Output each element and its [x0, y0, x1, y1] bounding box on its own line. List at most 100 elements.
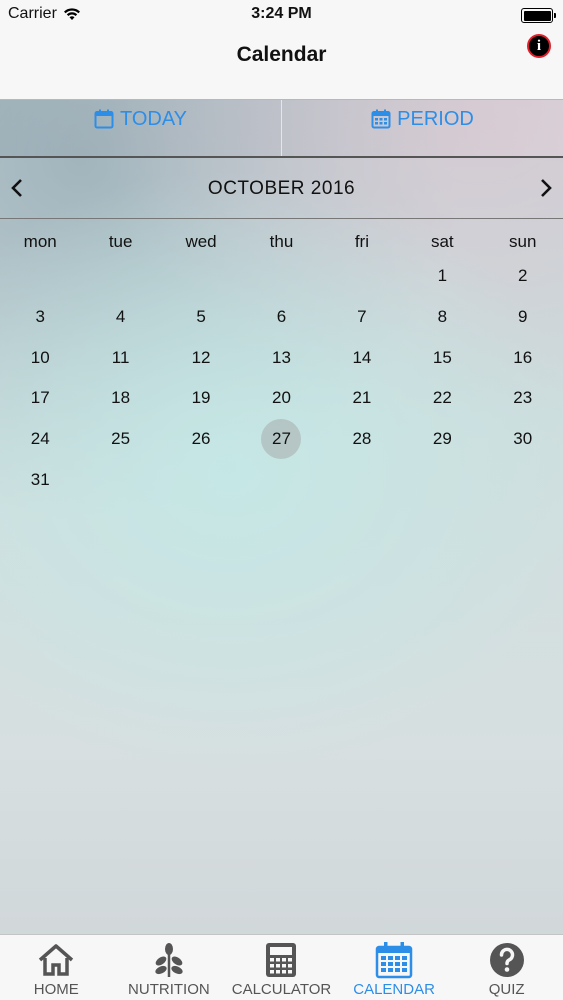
info-icon: i	[536, 38, 542, 54]
calendar-day-number: 30	[513, 429, 533, 449]
period-button[interactable]: PERIOD	[282, 100, 563, 156]
calendar-day-number: 4	[115, 306, 126, 326]
tab-home[interactable]: HOME	[0, 935, 113, 1000]
calendar-icon	[375, 942, 413, 979]
calendar-day[interactable]: 14	[322, 338, 402, 378]
calendar-empty-cell	[322, 460, 402, 500]
calendar-day[interactable]: 1	[402, 256, 482, 296]
calendar-grid-icon	[371, 109, 391, 129]
calendar-day-number: 28	[352, 429, 372, 449]
calendar-day[interactable]: 11	[80, 338, 160, 378]
calendar-empty-cell	[241, 460, 321, 500]
calendar-day[interactable]: 7	[322, 297, 402, 337]
calendar-day-number: 23	[513, 388, 533, 408]
calendar-day[interactable]: 16	[483, 338, 563, 378]
tab-label: HOME	[33, 981, 79, 998]
calendar-day[interactable]: 26	[161, 419, 241, 459]
status-bar: Carrier 3:24 PM	[0, 0, 563, 30]
calendar-day[interactable]: 27	[241, 419, 321, 460]
calendar-day[interactable]: 13	[241, 338, 321, 378]
calendar-day[interactable]: 20	[241, 378, 321, 418]
status-time: 3:24 PM	[251, 5, 312, 22]
calendar-day-number: 20	[272, 388, 291, 408]
today-label: TODAY	[119, 107, 188, 130]
month-header: OCTOBER 2016	[0, 158, 563, 219]
calendar-day-number: 2	[518, 266, 528, 285]
segment-bar: TODAY PERIOD	[0, 100, 563, 158]
calendar-day-number: 25	[111, 429, 131, 449]
calendar-day-number: 12	[191, 347, 211, 367]
calendar-day-number: 5	[196, 306, 206, 326]
calendar-day[interactable]: 19	[161, 378, 241, 418]
calendar-day-number: 16	[513, 347, 533, 367]
calendar-day-number: 10	[30, 347, 50, 367]
page-title: Calendar	[236, 43, 327, 66]
battery-icon	[521, 8, 556, 23]
calendar-day-number: 11	[111, 347, 130, 367]
calendar-empty-cell	[80, 256, 160, 296]
calendar-day[interactable]: 2	[483, 256, 563, 296]
calendar-day[interactable]: 23	[483, 378, 563, 418]
calendar-day-number: 19	[191, 388, 211, 408]
weekday-label: mon	[23, 232, 57, 251]
tab-label: CALCULATOR	[231, 981, 332, 998]
tab-bar: HOME NUTRITION CALCULATOR CALENDAR QUIZ	[0, 934, 563, 1000]
calendar-day-number: 27	[272, 429, 291, 449]
calendar-day-number: 3	[35, 306, 45, 326]
calendar-icon	[94, 109, 114, 129]
calendar-day[interactable]: 15	[402, 338, 482, 378]
calendar-day[interactable]: 31	[0, 460, 80, 500]
tab-label: CALENDAR	[353, 981, 435, 998]
calendar-empty-cell	[322, 256, 402, 296]
weekday-label: tue	[108, 232, 133, 251]
today-button[interactable]: TODAY	[0, 100, 282, 156]
calendar-day[interactable]: 29	[402, 419, 482, 459]
calendar-day-number: 14	[352, 347, 372, 367]
tab-label: QUIZ	[488, 981, 525, 998]
calculator-icon	[266, 943, 297, 977]
calendar-day-number: 9	[518, 306, 528, 326]
calendar-day[interactable]: 3	[0, 297, 80, 337]
calendar-day-number: 26	[191, 429, 211, 449]
calendar-day[interactable]: 18	[80, 378, 160, 418]
calendar-day[interactable]: 25	[80, 419, 160, 459]
calendar-day[interactable]: 10	[0, 338, 80, 378]
calendar-day[interactable]: 12	[161, 338, 241, 378]
calendar-day-number: 22	[432, 388, 452, 408]
calendar-day[interactable]: 9	[483, 297, 563, 337]
calendar-week-row: 24 25 26 27 28 29 30	[0, 419, 563, 460]
tab-calculator[interactable]: CALCULATOR	[225, 935, 338, 1000]
calendar-day[interactable]: 28	[322, 419, 402, 459]
calendar-day-number: 15	[432, 347, 452, 367]
calendar-empty-cell	[0, 256, 80, 296]
calendar-day[interactable]: 22	[402, 378, 482, 418]
weekday-label: sat	[430, 232, 454, 251]
tab-calendar[interactable]: CALENDAR	[338, 935, 451, 1000]
calendar-week-row: 17 18 19 20 21 22 23	[0, 378, 563, 418]
calendar-day[interactable]: 17	[0, 378, 80, 418]
calendar-day[interactable]: 21	[322, 378, 402, 418]
chevron-right-icon[interactable]	[533, 176, 557, 200]
calendar-empty-cell	[402, 460, 482, 500]
calendar-day-number: 17	[30, 388, 50, 408]
calendar-day[interactable]: 4	[80, 297, 160, 337]
calendar-day[interactable]: 6	[241, 297, 321, 337]
calendar-empty-cell	[161, 460, 241, 500]
calendar-empty-cell	[483, 460, 563, 500]
tab-quiz[interactable]: QUIZ	[450, 935, 563, 1000]
tab-nutrition[interactable]: NUTRITION	[113, 935, 226, 1000]
calendar-day[interactable]: 8	[402, 297, 482, 337]
calendar-day[interactable]: 30	[483, 419, 563, 459]
calendar-day-number: 7	[357, 306, 367, 326]
info-button[interactable]: i	[527, 34, 551, 58]
calendar-day-number: 29	[432, 429, 452, 449]
weekday-label: fri	[354, 232, 369, 251]
weekday-label: thu	[269, 232, 294, 251]
leaf-icon	[155, 943, 183, 977]
calendar-day-number: 13	[272, 347, 291, 367]
calendar-day-number: 21	[352, 388, 372, 408]
calendar-day[interactable]: 24	[0, 419, 80, 459]
calendar-empty-cell	[241, 256, 321, 296]
weekday-label: sun	[509, 232, 537, 251]
calendar-day[interactable]: 5	[161, 297, 241, 337]
